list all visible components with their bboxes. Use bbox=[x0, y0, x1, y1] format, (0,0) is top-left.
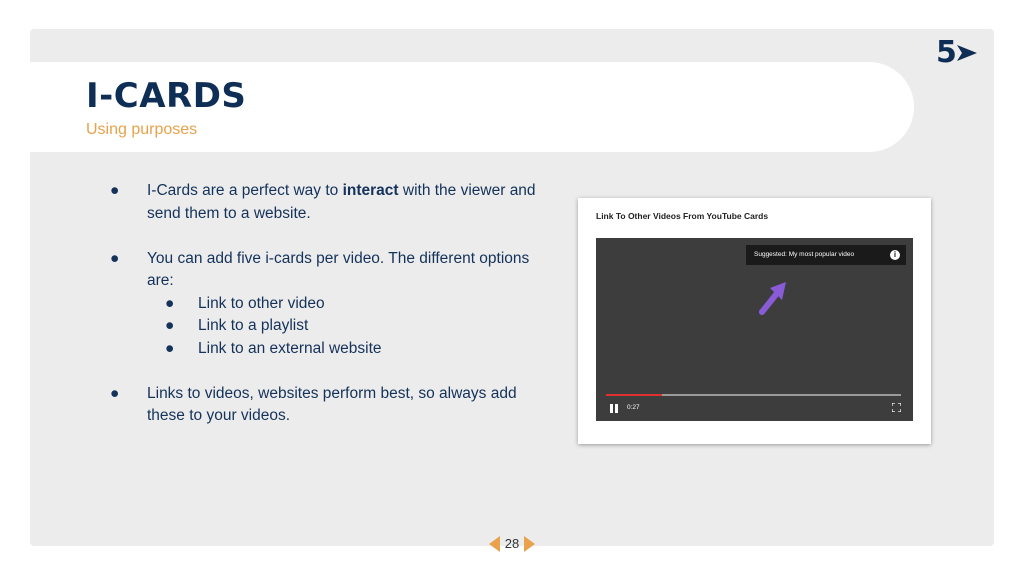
video-player[interactable]: Suggested: My most popular video i 0:27 bbox=[596, 238, 913, 421]
fullscreen-icon[interactable] bbox=[892, 403, 901, 412]
bullet-item: ● I-Cards are a perfect way to interact … bbox=[110, 180, 540, 225]
bullet-text: I-Cards are a perfect way to bbox=[147, 182, 343, 199]
sub-bullet-text: Link to a playlist bbox=[198, 317, 309, 334]
bullet-dot: ● bbox=[165, 317, 175, 334]
sub-bullet-text: Link to other video bbox=[198, 294, 325, 312]
bullet-list: ● I-Cards are a perfect way to interact … bbox=[110, 180, 540, 428]
sub-bullet-item: ● Link to an external website bbox=[110, 338, 540, 361]
card-title: Link To Other Videos From YouTube Cards bbox=[596, 211, 769, 221]
bullet-text: Links to videos, websites perform best, … bbox=[147, 384, 517, 425]
sub-bullet-text: Link to an external website bbox=[198, 339, 382, 357]
slide-subtitle: Using purposes bbox=[86, 121, 198, 138]
bullet-dot: ● bbox=[110, 182, 120, 199]
video-progress-fill bbox=[606, 394, 663, 396]
sub-bullet-item: ● Link to a playlist bbox=[110, 315, 540, 338]
sub-bullet-list: ● Link to other video ● Link to a playli… bbox=[147, 293, 540, 361]
pointer-arrow-icon bbox=[759, 282, 786, 315]
logo-number: 5 bbox=[936, 35, 957, 70]
bullet-text: You can add five i-cards per video. The … bbox=[147, 249, 530, 290]
suggested-video-tooltip[interactable]: Suggested: My most popular video i bbox=[746, 245, 906, 265]
info-icon[interactable]: i bbox=[890, 250, 900, 260]
page-number: 28 bbox=[489, 534, 535, 554]
slide-title: I-CARDS bbox=[86, 76, 247, 116]
bullet-bold-text: interact bbox=[342, 182, 399, 199]
video-time: 0:27 bbox=[627, 404, 640, 411]
logo: 5 bbox=[936, 35, 982, 70]
bullet-dot: ● bbox=[165, 339, 175, 357]
pause-icon[interactable] bbox=[610, 404, 618, 413]
video-progress-bar[interactable] bbox=[606, 394, 901, 396]
bullet-dot: ● bbox=[110, 249, 120, 267]
bullet-item: ● You can add five i-cards per video. Th… bbox=[110, 248, 540, 361]
tooltip-text: Suggested: My most popular video bbox=[754, 251, 855, 258]
logo-arrow-icon bbox=[957, 45, 977, 61]
arrow-right-icon bbox=[524, 536, 535, 552]
bullet-dot: ● bbox=[165, 294, 175, 312]
sub-bullet-item: ● Link to other video bbox=[110, 293, 540, 316]
bullet-item: ● Links to videos, websites perform best… bbox=[110, 383, 540, 428]
bullet-dot: ● bbox=[110, 384, 120, 402]
youtube-cards-screenshot: Link To Other Videos From YouTube Cards … bbox=[578, 198, 931, 444]
